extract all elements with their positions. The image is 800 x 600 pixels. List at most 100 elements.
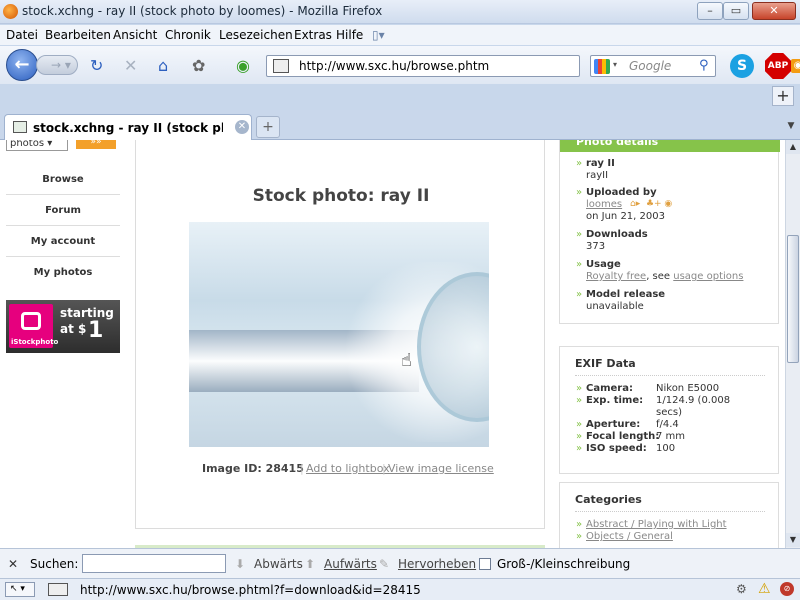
block-icon[interactable]: ⊘ [780,582,794,596]
site-favicon-icon [273,59,289,73]
istockphoto-logo: iStockphoto [9,304,58,348]
rss-icon[interactable]: ◉ [791,59,800,73]
nav-my-account[interactable]: My account [6,227,120,257]
add-to-lightbox-link[interactable]: Add to lightbox [306,462,390,475]
categories-panel: Categories » Abstract / Playing with Lig… [559,482,779,548]
close-window-button[interactable]: ✕ [752,2,796,20]
scroll-up-icon[interactable]: ▲ [786,140,800,154]
highlight-button[interactable]: Hervorheben [398,557,476,571]
stop-icon[interactable]: ✕ [124,58,137,74]
chevron-down-icon[interactable]: ▾ [613,60,617,69]
highlighter-icon[interactable]: ✎ [379,557,389,571]
tab-title[interactable]: stock.xchng - ray II (stock photo by l..… [33,121,223,135]
match-case-checkbox[interactable] [479,558,491,570]
image-id: Image ID: 28415 [202,462,304,475]
reload-icon[interactable]: ↻ [90,58,103,74]
menu-bar: Datei Bearbeiten Ansicht Chronik Lesezei… [0,25,800,45]
find-bar: ✕ Suchen: ⬇ Abwärts ⬆ Aufwärts ✎ Hervorh… [0,548,800,578]
arrow-up-icon[interactable]: ⬆ [305,557,315,571]
nav-my-photos[interactable]: My photos [6,258,120,288]
warning-icon[interactable]: ⚠ [758,581,771,597]
search-input[interactable]: Google [629,59,671,73]
exif-value: 7 mm [656,431,686,442]
find-previous-button[interactable]: Aufwärts [324,557,377,571]
forward-button[interactable]: → ▾ [36,55,78,75]
downloads-count: 373 [586,241,606,252]
upload-date: on Jun 21, 2003 [586,211,665,222]
skype-icon[interactable]: S [730,54,754,78]
photo-panel: Stock photo: ray II ☝ Image ID: 28415 | … [135,140,545,529]
close-find-icon[interactable]: ✕ [8,557,18,571]
firefox-icon [3,4,18,19]
search-box[interactable]: ▾ Google ⚲ [590,55,716,77]
refresh-addon-icon[interactable]: ◉ [236,58,250,74]
screen-icon[interactable] [48,583,68,596]
window-titlebar: stock.xchng - ray II (stock photo by loo… [0,0,800,24]
exif-label: ISO speed: [586,443,647,454]
nav-browse[interactable]: Browse [6,165,120,195]
photo-name-label: ray II [586,158,615,169]
extension-icon[interactable]: ✿ [192,58,205,74]
ad-text-line2: at $ [60,322,87,336]
menu-hilfe[interactable]: Hilfe [336,28,363,42]
exif-label: Focal length: [586,431,660,442]
search-type-select[interactable]: photos ▾ [6,140,68,151]
search-go-button[interactable]: »» [76,140,116,149]
gear-icon[interactable]: ⚙ [736,582,747,596]
view-license-link[interactable]: View image license [388,462,494,475]
scroll-down-icon[interactable]: ▼ [786,533,800,547]
site-favicon-icon [13,121,27,133]
menu-datei[interactable]: Datei [6,28,38,42]
adblock-icon[interactable]: ABP [765,53,791,79]
exif-panel: EXIF Data » Camera: Nikon E5000 » Exp. t… [559,346,779,474]
home-icon[interactable]: ⌂ [158,58,168,74]
ad-text-line1: starting [60,306,114,320]
page-title: Stock photo: ray II [252,186,430,206]
address-bar[interactable]: http://www.sxc.hu/browse.phtml?f=view&id… [266,55,800,77]
menu-chronik[interactable]: Chronik [165,28,211,42]
tab-active[interactable]: stock.xchng - ray II (stock photo by l..… [4,114,252,140]
tab-close-icon[interactable]: ✕ [235,120,249,134]
scroll-thumb[interactable] [787,235,799,363]
category-link[interactable]: Abstract / Playing with Light [586,519,727,530]
exif-value: 1/124.9 (0.008 [656,395,731,406]
usage-options-link[interactable]: usage options [673,271,743,282]
uploaded-label: Uploaded by [586,187,657,198]
match-case-label[interactable]: Groß-/Kleinschreibung [497,557,630,571]
find-input[interactable] [82,554,226,573]
vertical-scrollbar[interactable]: ▲ ▼ [785,140,800,548]
model-release-value: unavailable [586,301,644,312]
menu-ansicht[interactable]: Ansicht [113,28,157,42]
uploader-link[interactable]: loomes [586,199,622,210]
menu-lesezeichen[interactable]: Lesezeichen [219,28,293,42]
url-text[interactable]: http://www.sxc.hu/browse.phtml?f=view&id… [299,59,489,73]
hand-cursor-icon: ☝ [401,350,412,371]
menu-bearbeiten[interactable]: Bearbeiten [45,28,111,42]
exif-label: Aperture: [586,419,641,430]
exif-value: 100 [656,443,676,454]
category-link[interactable]: Objects / General [586,531,673,542]
menu-extras[interactable]: Extras [294,28,332,42]
photo-details-panel: Photo details » ray II rayII » Uploaded … [559,140,780,324]
minimize-button[interactable]: – [697,2,723,20]
arrow-down-icon[interactable]: ⬇ [235,557,245,571]
stock-photo-image[interactable] [189,222,489,447]
back-button[interactable]: ← [6,49,38,81]
addon-status-icon[interactable]: ↖ ▾ [5,582,35,597]
model-release-label: Model release [586,289,666,300]
exif-value: f/4.4 [656,419,679,430]
find-next-button[interactable]: Abwärts [254,557,303,571]
user-icons[interactable]: ⌂▸ ♣+ ◉ [630,199,672,209]
tab-list-icon[interactable]: ▼ [784,116,798,136]
usage-label: Usage [586,259,621,270]
maximize-button[interactable]: ▭ [723,2,749,20]
search-icon[interactable]: ⚲ [699,58,709,73]
add-toolbar-button[interactable]: + [772,86,794,106]
page-icon[interactable]: ▯▾ [372,28,385,42]
royalty-free-link[interactable]: Royalty free [586,271,646,282]
google-icon[interactable] [594,59,610,74]
usage-separator: , see [646,271,674,282]
new-tab-button[interactable]: + [256,116,280,138]
istockphoto-ad[interactable]: iStockphoto starting at $ 1 [6,300,120,353]
nav-forum[interactable]: Forum [6,196,120,226]
